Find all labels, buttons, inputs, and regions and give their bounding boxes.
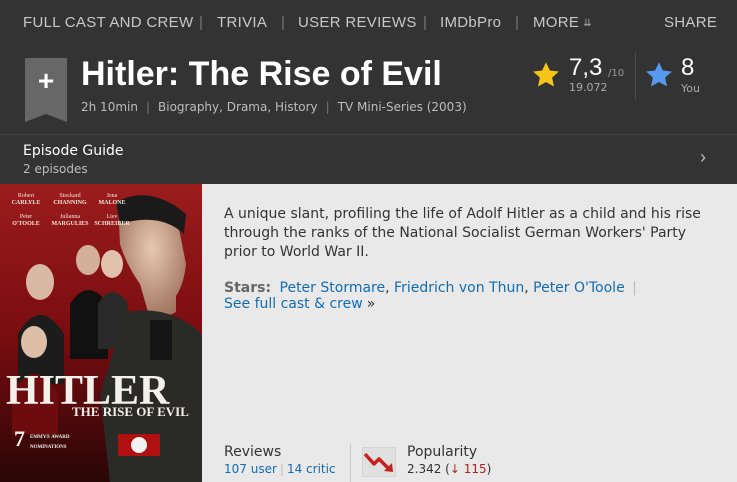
- user-rating-star-icon[interactable]: [644, 60, 674, 90]
- stars-label: Stars:: [224, 280, 272, 296]
- episode-guide-title: Episode Guide: [23, 143, 124, 159]
- svg-text:Stockard: Stockard: [59, 193, 80, 199]
- trend-down-icon: [362, 447, 396, 477]
- reviews-divider: [350, 444, 351, 482]
- user-rating-value[interactable]: 8: [681, 54, 694, 82]
- full-cast-link-row: See full cast & crew»: [224, 296, 375, 312]
- arrow-down-icon: ↓: [449, 462, 460, 476]
- nav-separator: |: [423, 14, 427, 31]
- svg-text:Liev: Liev: [107, 214, 118, 220]
- rating-max: /10: [608, 68, 625, 79]
- rating-divider: [635, 52, 636, 100]
- rating-count[interactable]: 19.072: [569, 81, 608, 94]
- popularity-change: 115: [463, 462, 487, 476]
- star-link[interactable]: Peter Stormare: [280, 280, 386, 296]
- genres-link[interactable]: Biography, Drama, History: [158, 100, 318, 114]
- release-info-link[interactable]: TV Mini-Series (2003): [338, 100, 467, 114]
- nav-user-reviews[interactable]: USER REVIEWS: [298, 14, 417, 31]
- popularity-rank: 2.342: [407, 462, 442, 476]
- stars-credit: Stars: Peter Stormare, Friedrich von Thu…: [224, 280, 637, 296]
- poster-award-number: 7: [14, 426, 25, 451]
- popularity-block: Popularity 2.342 (↓ 115): [407, 444, 492, 476]
- svg-text:O'TOOLE: O'TOOLE: [12, 221, 40, 227]
- poster-award-line1: EMMY® AWARD: [30, 434, 70, 440]
- svg-text:Robert: Robert: [18, 193, 35, 199]
- nav-trivia[interactable]: TRIVIA: [217, 14, 267, 31]
- top-nav: FULL CAST AND CREW | TRIVIA | USER REVIE…: [0, 0, 737, 44]
- full-cast-link[interactable]: See full cast & crew: [224, 296, 363, 312]
- nav-separator: |: [515, 14, 519, 31]
- svg-text:MARGULIES: MARGULIES: [51, 221, 89, 227]
- raquo-icon: »: [366, 296, 376, 312]
- popularity-title: Popularity: [407, 444, 478, 460]
- reviews-title: Reviews: [224, 444, 282, 460]
- nav-separator: |: [281, 14, 285, 31]
- svg-text:Julianna: Julianna: [60, 214, 80, 220]
- poster-image[interactable]: Robert CARLYLE Stockard CHANNING Jena MA…: [0, 184, 202, 482]
- nav-separator: |: [199, 14, 203, 31]
- title-bar: + Hitler: The Rise of Evil 2h 10min | Biog…: [0, 44, 737, 134]
- nav-more-label: MORE: [533, 14, 580, 31]
- poster-subtitle: THE RISE OF EVIL: [72, 404, 189, 419]
- poster-artwork: Robert CARLYLE Stockard CHANNING Jena MA…: [0, 184, 202, 482]
- star-link[interactable]: Friedrich von Thun: [394, 280, 524, 296]
- nav-imdbpro[interactable]: IMDbPro: [440, 14, 501, 31]
- plot-summary: A unique slant, profiling the life of Ad…: [224, 206, 701, 260]
- svg-text:MALONE: MALONE: [99, 200, 126, 206]
- imdb-rating: 7,3: [569, 54, 603, 81]
- episode-count: 2 episodes: [23, 162, 88, 176]
- reviews-block: Reviews 107 user | 14 critic: [224, 444, 336, 476]
- title-meta: 2h 10min | Biography, Drama, History | TV Mi…: [81, 100, 467, 114]
- user-reviews-link[interactable]: 107 user: [224, 462, 277, 476]
- svg-text:Jena: Jena: [107, 193, 118, 199]
- svg-text:SCHREIBER: SCHREIBER: [94, 221, 130, 227]
- runtime: 2h 10min: [81, 100, 138, 114]
- page-title: Hitler: The Rise of Evil: [81, 55, 442, 93]
- share-button[interactable]: SHARE: [664, 14, 717, 31]
- add-to-watchlist-button[interactable]: +: [25, 58, 67, 122]
- svg-text:CARLYLE: CARLYLE: [12, 200, 41, 206]
- poster-award-line2: NOMINATIONS: [30, 445, 67, 450]
- nav-full-cast[interactable]: FULL CAST AND CREW: [23, 14, 193, 31]
- star-icon: [533, 62, 559, 87]
- double-chevron-down-icon: ⇊: [583, 18, 592, 29]
- svg-text:CHANNING: CHANNING: [53, 200, 87, 206]
- episode-guide-bar[interactable]: Episode Guide 2 episodes ›: [0, 134, 737, 184]
- chevron-right-icon: ›: [700, 147, 706, 167]
- plus-icon: +: [37, 65, 55, 96]
- critic-reviews-link[interactable]: 14 critic: [287, 462, 336, 476]
- nav-more[interactable]: MORE ⇊: [533, 14, 592, 31]
- star-link[interactable]: Peter O'Toole: [533, 280, 625, 296]
- svg-text:Peter: Peter: [20, 214, 32, 220]
- user-rating-label: You: [681, 82, 700, 95]
